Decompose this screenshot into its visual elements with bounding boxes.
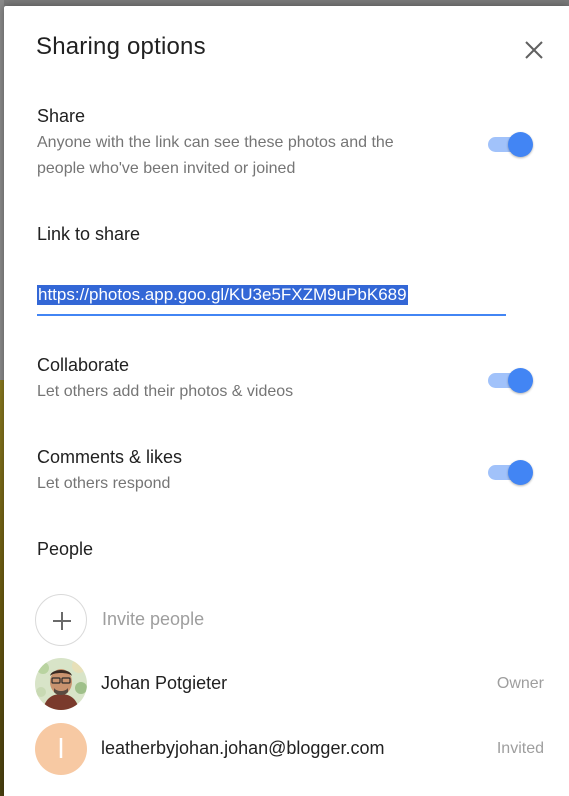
letter-avatar: l — [35, 723, 87, 775]
comments-toggle[interactable] — [486, 459, 538, 485]
member-name: Johan Potgieter — [101, 673, 228, 693]
comments-description: Let others respond — [37, 475, 171, 492]
collaborate-description: Let others add their photos & videos — [37, 383, 294, 400]
share-description-line1: Anyone with the link can see these photo… — [37, 134, 394, 151]
comments-toggle-thumb — [508, 460, 533, 485]
member-name: leatherbyjohan.johan@blogger.com — [101, 738, 385, 758]
invite-circle — [35, 594, 87, 646]
collaborate-toggle[interactable] — [486, 367, 538, 393]
share-title: Share — [37, 106, 86, 126]
share-description-line2: people who've been invited or joined — [37, 160, 296, 177]
invite-people-label: Invite people — [102, 609, 205, 629]
member-role: Owner — [496, 675, 544, 692]
share-toggle-thumb — [508, 132, 533, 157]
member-row[interactable]: Johan Potgieter Owner — [34, 658, 544, 712]
comments-title: Comments & likes — [37, 447, 183, 467]
share-link-field[interactable]: https://photos.app.goo.gl/KU3e5FXZM9uPbK… — [37, 282, 506, 316]
dialog-title: Sharing options — [36, 33, 206, 60]
invite-people-button[interactable]: Invite people — [34, 593, 334, 647]
member-row[interactable]: l leatherbyjohan.johan@blogger.com Invit… — [34, 723, 544, 777]
share-link-url: https://photos.app.goo.gl/KU3e5FXZM9uPbK… — [37, 285, 408, 305]
people-title: People — [37, 539, 94, 559]
close-icon — [525, 41, 543, 59]
collaborate-toggle-thumb — [508, 368, 533, 393]
avatar — [35, 658, 87, 710]
collaborate-title: Collaborate — [37, 355, 130, 375]
share-toggle[interactable] — [486, 131, 538, 157]
sharing-options-dialog: Sharing options Share Anyone with the li… — [4, 6, 569, 796]
member-role: Invited — [496, 740, 544, 757]
close-button[interactable] — [520, 36, 548, 64]
link-section-title: Link to share — [37, 224, 141, 244]
